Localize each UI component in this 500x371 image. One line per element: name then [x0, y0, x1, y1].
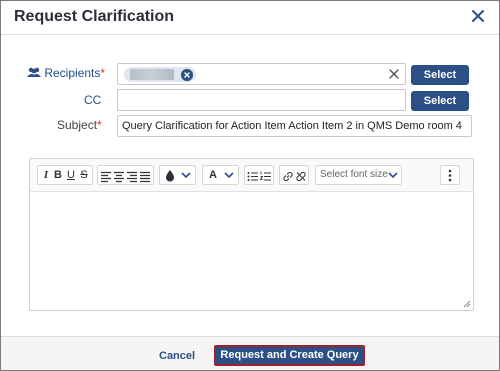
align-group — [97, 165, 154, 185]
align-left-icon[interactable] — [100, 169, 112, 184]
text-color-group[interactable] — [159, 165, 196, 185]
recipient-chip-name — [130, 69, 174, 80]
link-icon[interactable] — [282, 169, 294, 184]
recipients-label: Recipients* — [27, 66, 105, 80]
align-right-icon[interactable] — [126, 169, 138, 184]
bullet-list-icon[interactable] — [247, 169, 259, 184]
font-group[interactable]: A — [202, 165, 239, 185]
remove-recipient-icon[interactable] — [181, 68, 193, 81]
close-icon[interactable] — [471, 9, 485, 23]
cc-input[interactable] — [117, 89, 406, 111]
bold-icon[interactable]: B — [52, 168, 64, 183]
request-and-create-query-button[interactable]: Request and Create Query — [214, 345, 365, 366]
recipients-select-button[interactable]: Select — [411, 65, 469, 85]
numbered-list-icon[interactable] — [260, 169, 272, 184]
align-center-icon[interactable] — [113, 169, 125, 184]
strikethrough-icon[interactable]: S — [78, 168, 90, 183]
subject-value: Query Clarification for Action Item Acti… — [122, 120, 462, 132]
chevron-down-icon — [224, 172, 234, 179]
font-size-placeholder: Select font size — [320, 169, 388, 180]
clear-recipients-icon[interactable] — [389, 69, 399, 79]
cc-select-button[interactable]: Select — [411, 91, 469, 111]
list-group — [244, 165, 274, 185]
required-marker: * — [100, 66, 106, 80]
recipients-input[interactable] — [117, 63, 406, 85]
rich-text-editor[interactable]: I B U S A Select font size — [29, 158, 474, 311]
unlink-icon[interactable] — [295, 169, 307, 184]
chevron-down-icon — [181, 172, 191, 179]
text-style-group: I B U S — [37, 165, 93, 185]
more-options-button[interactable] — [440, 165, 460, 185]
cc-label: CC — [84, 93, 102, 107]
recipient-chip — [124, 67, 196, 82]
font-icon: A — [209, 169, 217, 181]
request-clarification-dialog: Request Clarification Recipients* Select… — [0, 0, 500, 371]
more-icon — [448, 169, 452, 182]
underline-icon[interactable]: U — [65, 168, 77, 183]
subject-label-text: Subject — [57, 118, 98, 132]
subject-input[interactable]: Query Clarification for Action Item Acti… — [117, 115, 472, 137]
dialog-title: Request Clarification — [14, 8, 175, 25]
dialog-footer: Cancel Request and Create Query — [1, 336, 499, 370]
required-marker: * — [97, 118, 102, 132]
resize-handle-icon[interactable] — [463, 300, 471, 308]
chevron-down-icon — [388, 172, 398, 179]
link-group — [279, 165, 309, 185]
subject-label: Subject* — [57, 118, 102, 132]
italic-icon[interactable]: I — [40, 168, 52, 183]
dialog-header: Request Clarification — [1, 1, 499, 35]
text-color-icon — [166, 170, 174, 182]
users-icon — [27, 67, 41, 77]
editor-toolbar: I B U S A Select font size — [30, 159, 473, 192]
recipients-label-text: Recipients — [44, 66, 101, 80]
align-justify-icon[interactable] — [139, 169, 151, 184]
font-size-select[interactable]: Select font size — [315, 165, 402, 185]
cancel-button[interactable]: Cancel — [159, 350, 195, 362]
